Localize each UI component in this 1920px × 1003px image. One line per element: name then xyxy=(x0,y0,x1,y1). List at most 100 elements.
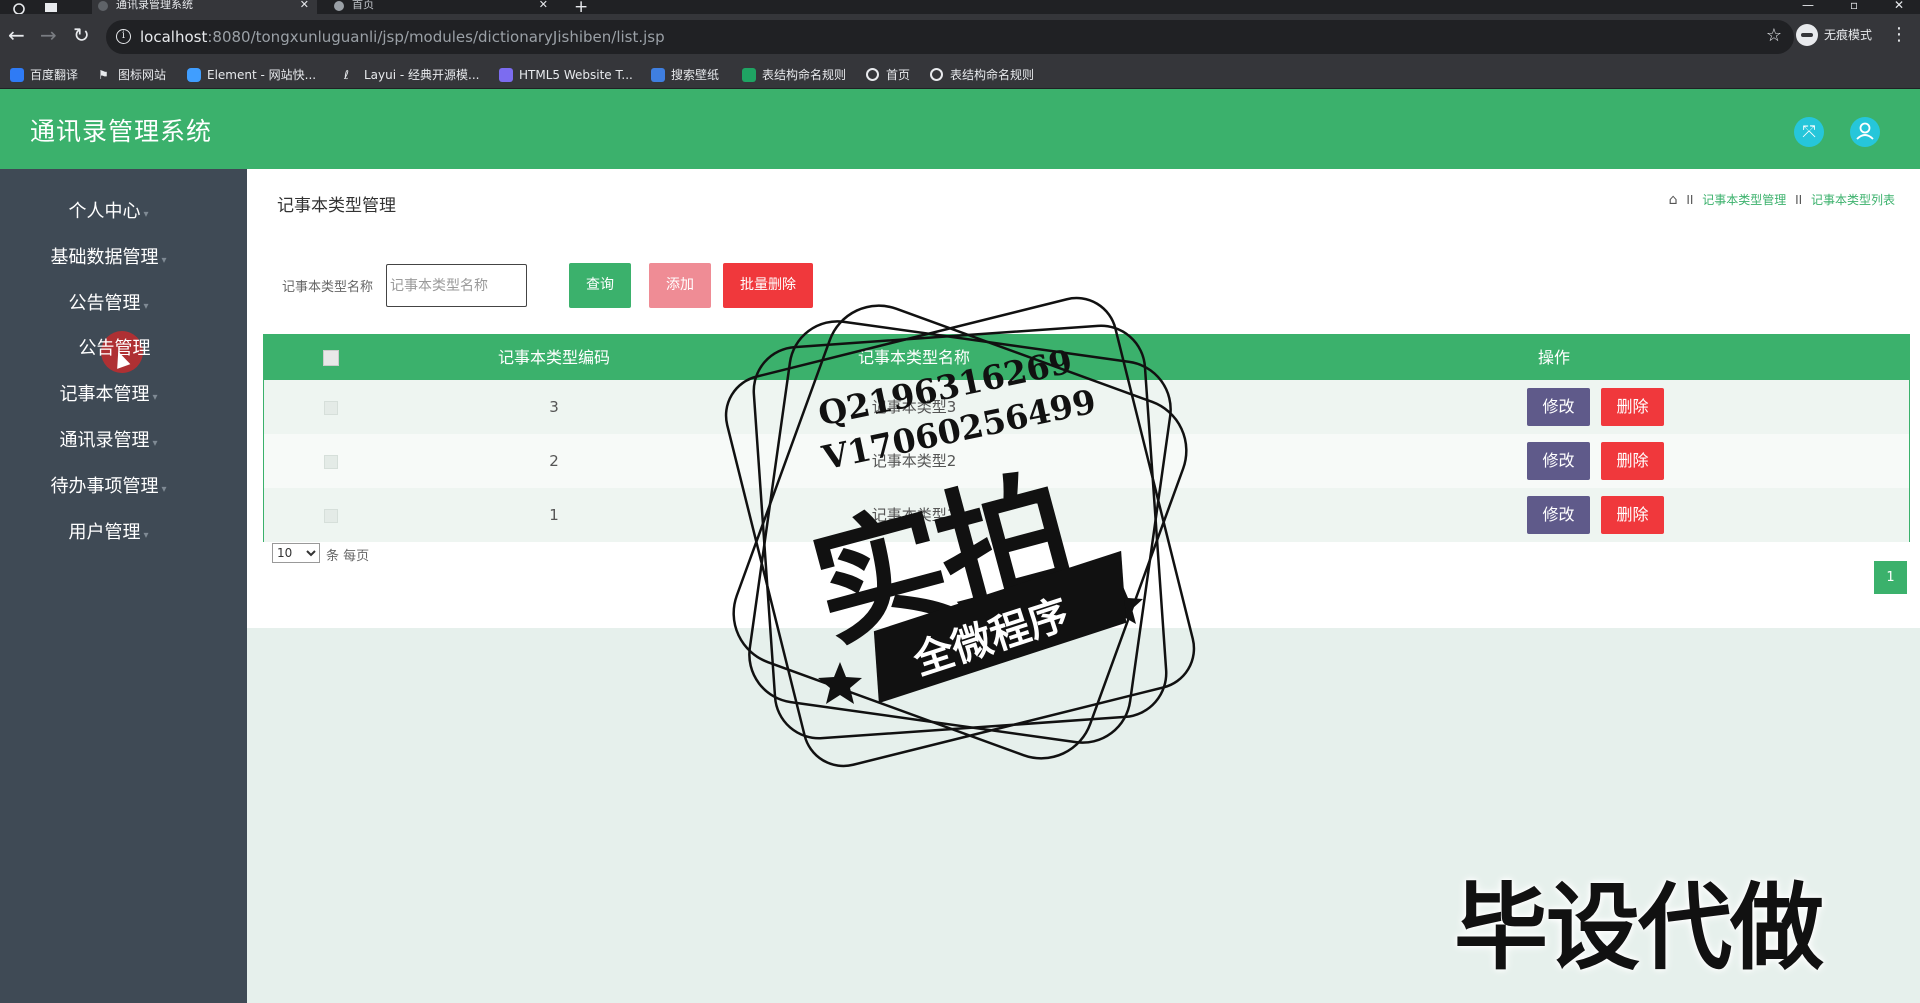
bookmarks-bar: 百度翻译 ⚑ 图标网站 Element - 网站快... ℓ Layui - 经典开… xyxy=(0,62,1920,89)
add-button[interactable]: 添加 xyxy=(649,263,711,308)
bookmark-label: HTML5 Website T... xyxy=(519,68,633,82)
sidebar-item-users[interactable]: 用户管理 ▾ xyxy=(0,520,217,546)
sidebar: 个人中心 ▾ 基础数据管理 ▾ 公告管理 ▾ 公告管理 记事本管理 ▾ 通讯录管理 ▾ 待… xyxy=(0,169,247,1003)
maximize-icon[interactable]: ▫ xyxy=(1850,0,1858,12)
url-text[interactable]: localhost:8080/tongxunluguanli/jsp/modul… xyxy=(140,28,665,46)
sidebar-item-basic-data[interactable]: 基础数据管理 ▾ xyxy=(0,245,217,271)
bookmark-item[interactable]: ℓ Layui - 经典开源模... xyxy=(344,65,479,85)
incognito-badge[interactable]: 无痕模式 xyxy=(1794,22,1872,48)
breadcrumb-item[interactable]: 记事本类型列表 xyxy=(1811,193,1895,207)
edit-button[interactable]: 修改 xyxy=(1527,496,1590,534)
per-page-label: 条 每页 xyxy=(326,549,370,564)
overlay-banner: 毕设代做 xyxy=(1454,874,1824,983)
bookmark-item[interactable]: 表结构命名规则 xyxy=(742,65,846,85)
edit-button[interactable]: 修改 xyxy=(1527,388,1590,426)
column-header: 操作 xyxy=(1537,348,1570,367)
element-icon xyxy=(187,68,201,82)
sidebar-item-label: 记事本管理 xyxy=(59,384,150,405)
page-button-current[interactable]: 1 xyxy=(1874,561,1907,594)
caret-icon: ▾ xyxy=(152,392,158,403)
sidebar-item-notice[interactable]: 公告管理 ▾ xyxy=(0,291,217,317)
caret-icon: ▾ xyxy=(152,438,158,449)
sidebar-item-personal-center[interactable]: 个人中心 ▾ xyxy=(0,199,217,225)
tab-close-icon[interactable]: ✕ xyxy=(539,0,548,10)
url-host: localhost xyxy=(140,28,208,46)
tab-inactive[interactable]: 首页 ✕ xyxy=(324,0,556,14)
minimize-icon[interactable]: — xyxy=(1802,0,1814,12)
row-checkbox[interactable] xyxy=(324,401,338,415)
bookmark-label: 搜索壁纸 xyxy=(671,68,720,82)
bookmark-label: Layui - 经典开源模... xyxy=(364,68,480,82)
tab-search-icon[interactable] xyxy=(44,0,58,12)
bookmark-label: 首页 xyxy=(886,68,911,82)
sidebar-item-label: 个人中心 xyxy=(68,201,141,222)
caret-icon: ▾ xyxy=(161,484,167,495)
layui-icon: ℓ xyxy=(344,68,349,82)
app-title: 通讯录管理系统 xyxy=(30,117,213,146)
bookmark-label: 表结构命名规则 xyxy=(950,68,1035,82)
address-bar-row: ← → ↻ i localhost:8080/tongxunluguanli/j… xyxy=(0,14,1920,62)
globe-icon xyxy=(930,68,943,81)
html5-icon xyxy=(499,68,513,82)
breadcrumb-separator: II xyxy=(1686,193,1694,207)
row-checkbox[interactable] xyxy=(324,509,338,523)
breadcrumb-item[interactable]: 记事本类型管理 xyxy=(1702,193,1786,207)
page-size-select[interactable]: 10 xyxy=(272,543,320,563)
search-input[interactable] xyxy=(386,264,527,307)
sidebar-item-label: 通讯录管理 xyxy=(59,430,150,451)
breadcrumb-separator: II xyxy=(1795,193,1803,207)
incognito-label: 无痕模式 xyxy=(1824,28,1873,42)
sidebar-item-notebook[interactable]: 记事本管理 ▾ xyxy=(0,382,217,408)
bookmark-item[interactable]: HTML5 Website T... xyxy=(499,65,633,85)
bookmark-label: Element - 网站快... xyxy=(207,68,317,82)
bookmark-item[interactable]: 首页 xyxy=(866,65,910,85)
site-info-icon[interactable]: i xyxy=(116,29,131,44)
caret-icon: ▾ xyxy=(161,255,167,266)
delete-button[interactable]: 删除 xyxy=(1601,388,1664,426)
delete-button[interactable]: 删除 xyxy=(1601,496,1664,534)
sidebar-item-label: 基础数据管理 xyxy=(50,247,159,268)
baidu-translate-icon xyxy=(10,68,24,82)
query-button[interactable]: 查询 xyxy=(569,263,631,308)
edit-button[interactable]: 修改 xyxy=(1527,442,1590,480)
bookmark-star-icon[interactable]: ☆ xyxy=(1766,25,1782,46)
forward-icon[interactable]: → xyxy=(40,25,57,45)
bookmark-item[interactable]: 表结构命名规则 xyxy=(930,65,1034,85)
breadcrumb: ⌂ II 记事本类型管理 II 记事本类型列表 xyxy=(1669,191,1895,208)
browser-tab-bar: 通讯录管理系统 ✕ 首页 ✕ + — ▫ ✕ xyxy=(0,0,1920,17)
select-all-checkbox[interactable] xyxy=(323,350,339,366)
bookmark-item[interactable]: 搜索壁纸 xyxy=(651,65,719,85)
cell-code: 2 xyxy=(549,452,559,470)
fullscreen-icon[interactable]: ⤧ xyxy=(1794,117,1824,147)
bookmark-item[interactable]: Element - 网站快... xyxy=(187,65,316,85)
cell-code: 3 xyxy=(549,398,559,416)
delete-button[interactable]: 删除 xyxy=(1601,442,1664,480)
bookmark-label: 图标网站 xyxy=(118,68,167,82)
window-close-icon[interactable]: ✕ xyxy=(1894,0,1904,12)
home-icon[interactable]: ⌂ xyxy=(1669,192,1678,208)
browser-app-icon xyxy=(12,0,26,15)
caret-icon: ▾ xyxy=(143,530,149,541)
back-icon[interactable]: ← xyxy=(8,25,25,45)
reload-icon[interactable]: ↻ xyxy=(73,25,90,45)
bookmark-item[interactable]: ⚑ 图标网站 xyxy=(98,65,166,85)
omnibox[interactable]: i localhost:8080/tongxunluguanli/jsp/mod… xyxy=(106,20,1794,54)
tab-active[interactable]: 通讯录管理系统 ✕ xyxy=(92,0,317,14)
browser-menu-icon[interactable]: ⋮ xyxy=(1890,26,1908,44)
row-checkbox[interactable] xyxy=(324,455,338,469)
app-header: 通讯录管理系统 ⤧ xyxy=(0,89,1920,169)
caret-icon: ▾ xyxy=(143,301,149,312)
wallpaper-icon xyxy=(651,68,665,82)
bookmark-item[interactable]: 百度翻译 xyxy=(10,65,78,85)
watermark-stamp: Q2196316269 V17060256499 实拍 全微程序 xyxy=(720,292,1200,772)
sidebar-item-contacts[interactable]: 通讯录管理 ▾ xyxy=(0,428,217,454)
sidebar-item-todo[interactable]: 待办事项管理 ▾ xyxy=(0,474,217,500)
tab-close-icon[interactable]: ✕ xyxy=(300,0,309,10)
caret-icon: ▾ xyxy=(143,209,149,220)
user-icon[interactable] xyxy=(1850,117,1880,147)
sidebar-item-label: 待办事项管理 xyxy=(50,476,159,497)
bookmark-label: 表结构命名规则 xyxy=(762,68,847,82)
sidebar-item-label: 公告管理 xyxy=(68,293,141,314)
tab-title: 通讯录管理系统 xyxy=(116,0,193,11)
bookmark-label: 百度翻译 xyxy=(30,68,79,82)
